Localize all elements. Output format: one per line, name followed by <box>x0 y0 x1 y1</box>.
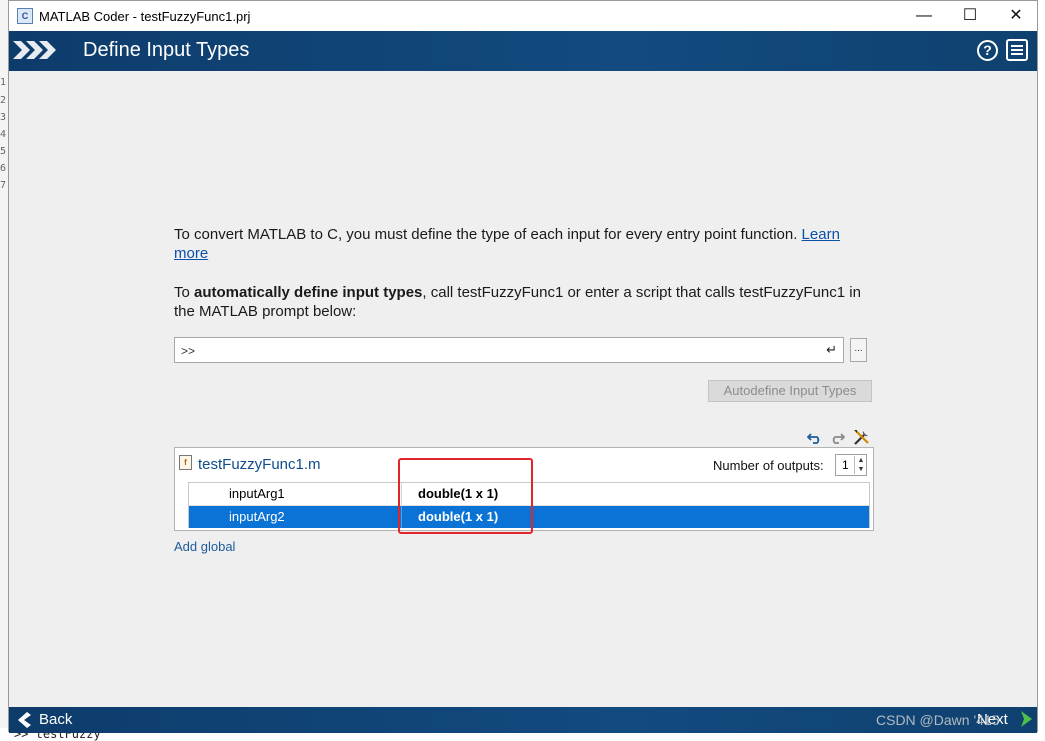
next-button[interactable]: Next <box>977 711 1008 728</box>
next-chevron-icon[interactable] <box>1019 710 1033 728</box>
line-number: 2 <box>0 96 7 106</box>
page-title: Define Input Types <box>83 39 250 61</box>
matlab-coder-window: C MATLAB Coder - testFuzzyFunc1.prj — ☐ … <box>8 0 1038 733</box>
step-header: Define Input Types ? <box>9 31 1037 71</box>
enter-icon[interactable]: ↵ <box>826 342 837 358</box>
menu-line <box>1011 45 1023 47</box>
browse-script-button[interactable]: ... <box>850 338 867 362</box>
line-number: 7 <box>0 181 7 191</box>
line-number: 1 <box>0 78 7 88</box>
line-number: 4 <box>0 130 7 140</box>
arg-name[interactable]: inputArg2 <box>229 509 285 524</box>
add-global-link[interactable]: Add global <box>174 539 235 554</box>
autodefine-input-types-button[interactable]: Autodefine Input Types <box>708 380 872 402</box>
auto-bold: automatically define input types <box>194 284 423 301</box>
arg-name[interactable]: inputArg1 <box>229 486 285 501</box>
intro-sentence: To convert MATLAB to C, you must define … <box>174 226 802 243</box>
matlab-prompt-box: ↵ <box>174 337 844 363</box>
autodefine-instructions: To automatically define input types, cal… <box>174 283 864 321</box>
line-number: 3 <box>0 113 7 123</box>
function-name[interactable]: testFuzzyFunc1.m <box>198 456 321 473</box>
main-content: To convert MATLAB to C, you must define … <box>9 71 1037 707</box>
spinner-up-icon[interactable]: ▲ <box>854 456 867 465</box>
intro-text: To convert MATLAB to C, you must define … <box>174 225 864 263</box>
navigation-footer: Back Next <box>9 707 1037 733</box>
line-number: 5 <box>0 147 7 157</box>
m-file-icon: f <box>179 455 192 470</box>
outputs-value[interactable]: 1 <box>842 458 849 472</box>
redo-icon[interactable] <box>829 429 846 445</box>
line-number: 6 <box>0 164 7 174</box>
back-label: Back <box>39 711 73 728</box>
number-of-outputs-spinner[interactable]: 1 ▲ ▼ <box>835 454 867 476</box>
annotation-highlight-box <box>398 458 533 534</box>
spinner-down-icon[interactable]: ▼ <box>854 465 867 474</box>
tools-icon[interactable] <box>853 429 869 445</box>
minimize-button[interactable]: — <box>901 1 947 31</box>
title-bar: C MATLAB Coder - testFuzzyFunc1.prj — ☐ … <box>9 1 1037 32</box>
menu-line <box>1011 53 1023 55</box>
actions-menu-button[interactable] <box>1006 39 1028 61</box>
matlab-prompt-input[interactable] <box>179 341 803 361</box>
close-button[interactable]: ✕ <box>993 1 1039 31</box>
number-of-outputs-label: Number of outputs: <box>713 458 824 473</box>
window-title: MATLAB Coder - testFuzzyFunc1.prj <box>39 9 251 24</box>
undo-icon[interactable] <box>806 429 823 445</box>
menu-line <box>1011 49 1023 51</box>
matlab-coder-app-icon: C <box>17 8 33 24</box>
help-button[interactable]: ? <box>977 40 998 61</box>
auto-prefix: To <box>174 284 195 301</box>
maximize-button[interactable]: ☐ <box>947 1 993 31</box>
workflow-chevrons-icon <box>13 41 56 59</box>
back-chevron-icon <box>18 712 31 728</box>
